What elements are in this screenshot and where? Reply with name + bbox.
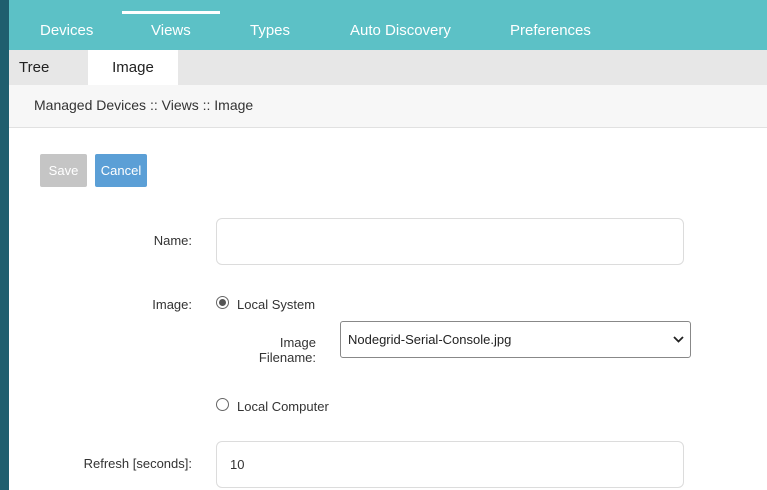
name-input[interactable] bbox=[216, 218, 684, 265]
image-filename-label-line2: Filename: bbox=[258, 350, 316, 365]
tab-types[interactable]: Types bbox=[250, 0, 290, 50]
save-button[interactable]: Save bbox=[40, 154, 87, 187]
local-system-radio[interactable] bbox=[216, 296, 229, 309]
tab-devices[interactable]: Devices bbox=[40, 0, 93, 50]
local-computer-label: Local Computer bbox=[237, 399, 329, 414]
left-edge-strip bbox=[0, 0, 9, 490]
image-label: Image: bbox=[152, 297, 192, 312]
breadcrumb: Managed Devices :: Views :: Image bbox=[34, 97, 254, 113]
subtab-tree[interactable]: Tree bbox=[19, 50, 49, 85]
sub-nav: Tree Image bbox=[9, 50, 767, 85]
local-computer-radio[interactable] bbox=[216, 398, 229, 411]
image-filename-select[interactable]: Nodegrid-Serial-Console.jpg bbox=[340, 321, 691, 358]
top-nav: Devices Views Types Auto Discovery Prefe… bbox=[9, 0, 767, 50]
refresh-input[interactable]: 10 bbox=[216, 441, 684, 488]
tab-preferences[interactable]: Preferences bbox=[510, 0, 591, 50]
chevron-down-icon bbox=[672, 322, 684, 357]
tab-auto-discovery[interactable]: Auto Discovery bbox=[350, 0, 451, 50]
subtab-image[interactable]: Image bbox=[88, 50, 178, 85]
image-filename-value: Nodegrid-Serial-Console.jpg bbox=[348, 332, 512, 347]
tab-views[interactable]: Views bbox=[151, 0, 191, 50]
refresh-label: Refresh [seconds]: bbox=[83, 456, 192, 471]
name-label: Name: bbox=[153, 233, 192, 248]
breadcrumb-bar: Managed Devices :: Views :: Image bbox=[9, 85, 767, 128]
image-filename-label: Image Filename: bbox=[230, 335, 316, 365]
cancel-button[interactable]: Cancel bbox=[95, 154, 147, 187]
local-system-label: Local System bbox=[237, 297, 316, 312]
image-filename-label-line1: Image bbox=[279, 335, 316, 350]
